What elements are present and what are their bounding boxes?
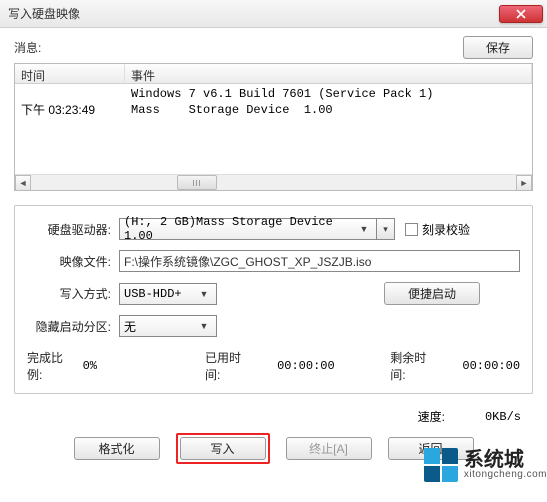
cell-event: Mass Storage Device 1.00 [125,102,532,118]
write-button-highlight: 写入 [176,433,270,464]
drive-select[interactable]: (H:, 2 GB)Mass Storage Device 1.00 ▼ [119,218,377,240]
table-row: 下午 03:23:49 Mass Storage Device 1.00 [15,102,532,118]
abort-button: 终止[A] [286,437,372,460]
message-label: 消息: [14,39,463,56]
elapsed-label: 已用时间: [205,349,253,383]
scroll-left-icon[interactable]: ◄ [15,175,31,191]
remain-label: 剩余时间: [390,349,438,383]
image-path-field[interactable]: F:\操作系统镜像\ZGC_GHOST_XP_JSZJB.iso [119,250,520,272]
cell-time [15,86,125,102]
scroll-track[interactable] [31,175,516,190]
quick-boot-button[interactable]: 便捷启动 [384,282,480,305]
col-event[interactable]: 事件 [125,64,532,83]
image-path-value: F:\操作系统镜像\ZGC_GHOST_XP_JSZJB.iso [124,253,371,270]
cell-time: 下午 03:23:49 [15,102,125,118]
format-button[interactable]: 格式化 [74,437,160,460]
remain-value: 00:00:00 [446,359,520,373]
hide-partition-value: 无 [124,318,196,335]
log-table: 时间 事件 Windows 7 v6.1 Build 7601 (Service… [14,63,533,191]
chevron-down-icon: ▼ [196,289,212,299]
scroll-right-icon[interactable]: ► [516,175,532,191]
hide-partition-select[interactable]: 无 ▼ [119,315,217,337]
write-mode-label: 写入方式: [27,285,119,302]
elapsed-value: 00:00:00 [261,359,335,373]
speed-value: 0KB/s [485,410,521,424]
title-bar: 写入硬盘映像 [0,0,547,28]
write-mode-select[interactable]: USB-HDD+ ▼ [119,283,217,305]
write-mode-value: USB-HDD+ [124,287,196,301]
checkbox-icon [405,223,418,236]
burn-verify-checkbox[interactable]: 刻录校验 [405,221,470,238]
close-button[interactable] [499,5,543,23]
window-title: 写入硬盘映像 [8,5,499,22]
back-button[interactable]: 返回 [388,437,474,460]
progress-label: 完成比例: [27,349,75,383]
drive-label: 硬盘驱动器: [27,221,119,238]
chevron-down-icon: ▼ [356,224,372,234]
col-time[interactable]: 时间 [15,64,125,83]
settings-group: 硬盘驱动器: (H:, 2 GB)Mass Storage Device 1.0… [14,205,533,394]
close-icon [516,9,526,19]
hide-partition-label: 隐藏启动分区: [27,318,119,335]
scroll-thumb[interactable] [177,175,217,190]
horizontal-scrollbar[interactable]: ◄ ► [15,174,532,190]
speed-label: 速度: [418,408,445,425]
save-button[interactable]: 保存 [463,36,533,59]
cell-event: Windows 7 v6.1 Build 7601 (Service Pack … [125,86,532,102]
burn-verify-label: 刻录校验 [422,221,470,238]
drive-extra-button[interactable]: ▾ [377,218,395,240]
table-header: 时间 事件 [15,64,532,84]
image-label: 映像文件: [27,253,119,270]
chevron-down-icon: ▼ [196,321,212,331]
progress-value: 0% [83,359,150,373]
drive-value: (H:, 2 GB)Mass Storage Device 1.00 [124,215,356,243]
watermark-text-en: xitongcheng.com [464,470,547,480]
write-button[interactable]: 写入 [180,437,266,460]
table-row: Windows 7 v6.1 Build 7601 (Service Pack … [15,86,532,102]
